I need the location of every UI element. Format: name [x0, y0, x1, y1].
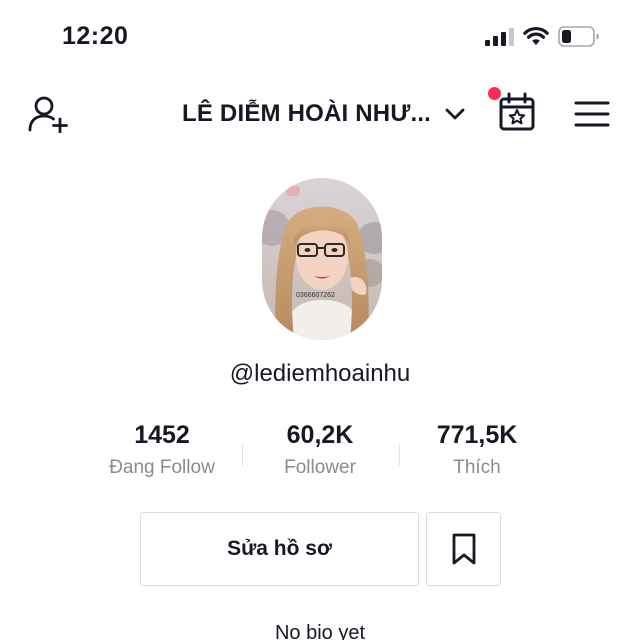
menu-button[interactable] [572, 96, 612, 132]
stat-likes-label: Thích [453, 457, 501, 478]
stat-following-value: 1452 [134, 421, 190, 449]
notification-dot [488, 87, 501, 100]
profile-stats: 1452 Đang Follow 60,2K Follower 771,5K T… [82, 418, 558, 488]
stat-likes[interactable]: 771,5K Thích [397, 418, 557, 484]
calendar-button[interactable] [488, 87, 540, 134]
cellular-signal-icon [485, 28, 514, 46]
add-user-button[interactable] [26, 94, 70, 134]
stat-followers[interactable]: 60,2K Follower [240, 418, 400, 484]
profile-bio: No bio yet [274, 622, 366, 640]
wifi-icon [523, 26, 549, 45]
stat-followers-label: Follower [284, 457, 356, 478]
calendar-star-icon [499, 92, 535, 131]
stat-followers-value: 60,2K [286, 421, 354, 449]
stat-following-label: Đang Follow [109, 457, 215, 478]
stat-likes-value: 771,5K [436, 421, 518, 449]
stat-following[interactable]: 1452 Đang Follow [82, 418, 242, 484]
bookmark-icon [452, 533, 475, 565]
account-name: LÊ DIỄM HOÀI NHƯ... [182, 100, 432, 127]
account-switcher[interactable]: LÊ DIỄM HOÀI NHƯ... [182, 96, 465, 132]
username: @lediemhoainhu [229, 360, 411, 387]
avatar-watermark: 0366607262 [296, 292, 335, 299]
add-user-icon [28, 96, 68, 133]
status-time: 12:20 [62, 22, 129, 50]
status-bar: 12:20 [0, 0, 640, 72]
hamburger-menu-icon [574, 101, 610, 127]
profile-avatar[interactable]: 0366607262 [262, 178, 382, 340]
bookmarks-button[interactable] [426, 512, 501, 586]
edit-profile-button[interactable]: Sửa hồ sơ [140, 512, 419, 586]
profile-header: LÊ DIỄM HOÀI NHƯ... [0, 86, 640, 142]
battery-icon [558, 26, 599, 47]
chevron-down-icon [445, 108, 465, 120]
